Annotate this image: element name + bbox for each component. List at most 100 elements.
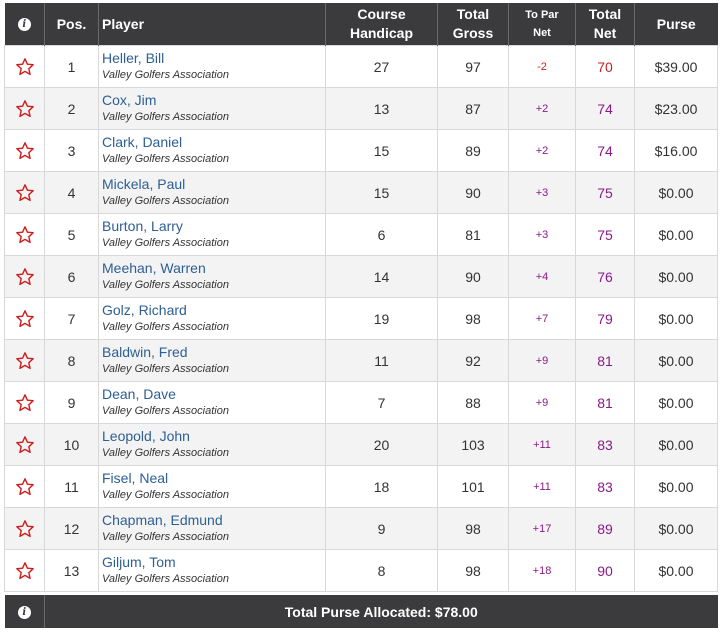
to-par-net: +3 [508, 213, 576, 256]
header-info: i [4, 3, 45, 46]
favorite-cell [4, 255, 45, 298]
table-row: 9 Dean, Dave Valley Golfers Association … [4, 381, 718, 424]
position: 3 [44, 129, 99, 172]
star-outline-icon[interactable] [15, 225, 35, 245]
player-name-link[interactable]: Golz, Richard [102, 302, 325, 319]
total-gross: 90 [437, 171, 509, 214]
player-name-link[interactable]: Baldwin, Fred [102, 344, 325, 361]
star-outline-icon[interactable] [15, 561, 35, 581]
star-outline-icon[interactable] [15, 393, 35, 413]
footer-info: i [4, 595, 45, 628]
header-course-handicap-line1: Course [357, 6, 406, 22]
star-outline-icon[interactable] [15, 435, 35, 455]
course-handicap: 8 [325, 549, 438, 592]
table-row: 13 Giljum, Tom Valley Golfers Associatio… [4, 549, 718, 592]
purse: $23.00 [634, 87, 718, 130]
star-outline-icon[interactable] [15, 477, 35, 497]
player-name-link[interactable]: Leopold, John [102, 428, 325, 445]
favorite-cell [4, 423, 45, 466]
star-outline-icon[interactable] [15, 183, 35, 203]
favorite-cell [4, 297, 45, 340]
favorite-cell [4, 87, 45, 130]
table-row: 11 Fisel, Neal Valley Golfers Associatio… [4, 465, 718, 508]
to-par-net: +7 [508, 297, 576, 340]
course-handicap: 9 [325, 507, 438, 550]
header-total-gross-line1: Total [456, 6, 490, 22]
total-net: 90 [575, 549, 635, 592]
player-cell: Burton, Larry Valley Golfers Association [98, 213, 326, 256]
to-par-net: +2 [508, 87, 576, 130]
player-association: Valley Golfers Association [102, 68, 229, 81]
star-outline-icon[interactable] [15, 351, 35, 371]
purse: $0.00 [634, 213, 718, 256]
header-total-net: Total Net [575, 3, 635, 46]
player-cell: Cox, Jim Valley Golfers Association [98, 87, 326, 130]
header-pos: Pos. [44, 3, 99, 46]
total-net: 83 [575, 465, 635, 508]
player-association: Valley Golfers Association [102, 152, 229, 165]
player-name-link[interactable]: Heller, Bill [102, 50, 325, 67]
player-name-link[interactable]: Fisel, Neal [102, 470, 325, 487]
player-name-link[interactable]: Meehan, Warren [102, 260, 325, 277]
player-name-link[interactable]: Giljum, Tom [102, 554, 325, 571]
purse: $0.00 [634, 297, 718, 340]
position: 8 [44, 339, 99, 382]
purse: $0.00 [634, 423, 718, 466]
star-outline-icon[interactable] [15, 267, 35, 287]
total-gross: 88 [437, 381, 509, 424]
favorite-cell [4, 171, 45, 214]
total-gross: 89 [437, 129, 509, 172]
course-handicap: 18 [325, 465, 438, 508]
star-outline-icon[interactable] [15, 519, 35, 539]
player-name-link[interactable]: Mickela, Paul [102, 176, 325, 193]
header-to-par-line1: To Par [525, 9, 559, 21]
player-name-link[interactable]: Burton, Larry [102, 218, 325, 235]
star-outline-icon[interactable] [15, 141, 35, 161]
purse: $16.00 [634, 129, 718, 172]
player-name-link[interactable]: Chapman, Edmund [102, 512, 325, 529]
header-total-gross-line2: Gross [452, 25, 494, 41]
purse: $39.00 [634, 45, 718, 88]
total-gross: 87 [437, 87, 509, 130]
purse: $0.00 [634, 549, 718, 592]
header-course-handicap: Course Handicap [325, 3, 438, 46]
header-course-handicap-line2: Handicap [349, 25, 413, 41]
total-gross: 92 [437, 339, 509, 382]
position: 5 [44, 213, 99, 256]
total-net: 89 [575, 507, 635, 550]
header-total-net-line1: Total [588, 6, 622, 22]
course-handicap: 15 [325, 129, 438, 172]
to-par-net: -2 [508, 45, 576, 88]
star-outline-icon[interactable] [15, 99, 35, 119]
player-name-link[interactable]: Dean, Dave [102, 386, 325, 403]
star-outline-icon[interactable] [15, 309, 35, 329]
player-cell: Giljum, Tom Valley Golfers Association [98, 549, 326, 592]
purse: $0.00 [634, 507, 718, 550]
header-player: Player [98, 3, 326, 46]
player-cell: Leopold, John Valley Golfers Association [98, 423, 326, 466]
total-gross: 81 [437, 213, 509, 256]
table-row: 3 Clark, Daniel Valley Golfers Associati… [4, 129, 718, 172]
table-row: 6 Meehan, Warren Valley Golfers Associat… [4, 255, 718, 298]
info-icon[interactable]: i [17, 606, 31, 620]
total-gross: 101 [437, 465, 509, 508]
total-net: 76 [575, 255, 635, 298]
total-gross: 103 [437, 423, 509, 466]
total-gross: 98 [437, 297, 509, 340]
favorite-cell [4, 549, 45, 592]
info-icon[interactable]: i [17, 18, 31, 32]
total-net: 70 [575, 45, 635, 88]
position: 6 [44, 255, 99, 298]
player-name-link[interactable]: Clark, Daniel [102, 134, 325, 151]
course-handicap: 15 [325, 171, 438, 214]
table-row: 12 Chapman, Edmund Valley Golfers Associ… [4, 507, 718, 550]
player-cell: Golz, Richard Valley Golfers Association [98, 297, 326, 340]
player-name-link[interactable]: Cox, Jim [102, 92, 325, 109]
course-handicap: 6 [325, 213, 438, 256]
position: 13 [44, 549, 99, 592]
star-outline-icon[interactable] [15, 57, 35, 77]
total-net: 74 [575, 87, 635, 130]
favorite-cell [4, 45, 45, 88]
total-purse: Total Purse Allocated: $78.00 [44, 595, 718, 628]
player-association: Valley Golfers Association [102, 362, 229, 375]
